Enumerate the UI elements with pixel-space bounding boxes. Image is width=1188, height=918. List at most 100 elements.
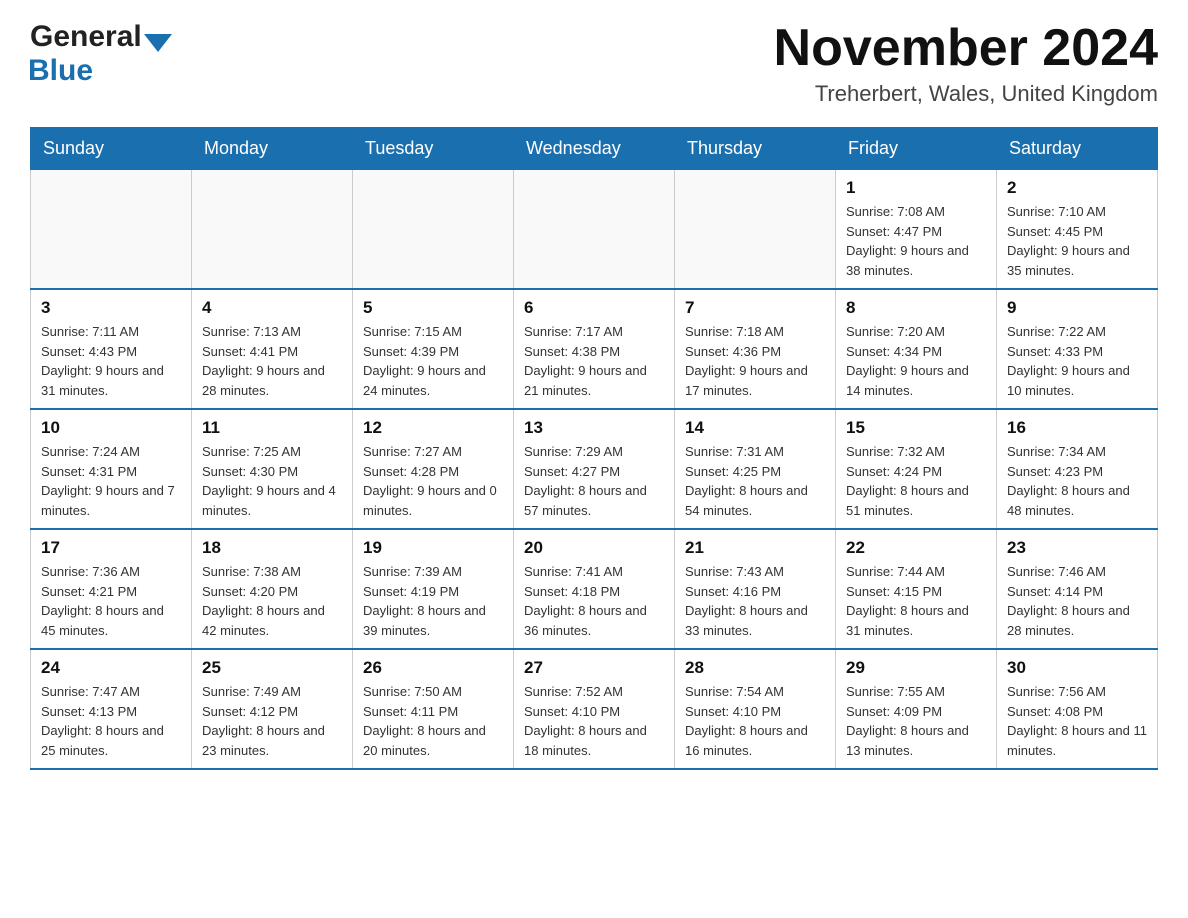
day-number: 1 [846,178,986,198]
day-info: Sunrise: 7:36 AMSunset: 4:21 PMDaylight:… [41,562,181,640]
table-row: 1 Sunrise: 7:08 AMSunset: 4:47 PMDaylight… [836,170,997,290]
day-number: 16 [1007,418,1147,438]
day-number: 2 [1007,178,1147,198]
table-row: 3Sunrise: 7:11 AMSunset: 4:43 PMDaylight… [31,289,192,409]
day-number: 11 [202,418,342,438]
day-info: Sunrise: 7:49 AMSunset: 4:12 PMDaylight:… [202,682,342,760]
table-row: 24 Sunrise: 7:47 AMSunset: 4:13 PMDayligh… [31,649,192,769]
table-row: 7Sunrise: 7:18 AMSunset: 4:36 PMDaylight… [675,289,836,409]
day-info: Sunrise: 7:32 AMSunset: 4:24 PMDaylight:… [846,442,986,520]
logo-blue-text: Blue [28,54,93,87]
day-info: Sunrise: 7:11 AMSunset: 4:43 PMDaylight:… [41,322,181,400]
table-row: 13 Sunrise: 7:29 AMSunset: 4:27 PMDayligh… [514,409,675,529]
day-info: Sunrise: 7:25 AMSunset: 4:30 PMDaylight:… [202,442,342,520]
day-number: 25 [202,658,342,678]
table-row: 27 Sunrise: 7:52 AMSunset: 4:10 PMDayligh… [514,649,675,769]
day-number: 18 [202,538,342,558]
table-row: 30Sunrise: 7:56 AMSunset: 4:08 PMDayligh… [997,649,1158,769]
table-row [353,170,514,290]
table-row: 28Sunrise: 7:54 AMSunset: 4:10 PMDayligh… [675,649,836,769]
calendar-week-row: 1 Sunrise: 7:08 AMSunset: 4:47 PMDaylight… [31,170,1158,290]
table-row [192,170,353,290]
table-row: 10 Sunrise: 7:24 AMSunset: 4:31 PMDayligh… [31,409,192,529]
calendar-week-row: 17 Sunrise: 7:36 AMSunset: 4:21 PMDayligh… [31,529,1158,649]
day-number: 20 [524,538,664,558]
table-row: 16Sunrise: 7:34 AMSunset: 4:23 PMDayligh… [997,409,1158,529]
calendar-week-row: 24 Sunrise: 7:47 AMSunset: 4:13 PMDayligh… [31,649,1158,769]
table-row [514,170,675,290]
table-row: 2 Sunrise: 7:10 AMSunset: 4:45 PMDaylight… [997,170,1158,290]
day-info: Sunrise: 7:27 AMSunset: 4:28 PMDaylight:… [363,442,503,520]
calendar-week-row: 10 Sunrise: 7:24 AMSunset: 4:31 PMDayligh… [31,409,1158,529]
table-row: 14Sunrise: 7:31 AMSunset: 4:25 PMDayligh… [675,409,836,529]
day-info: Sunrise: 7:15 AMSunset: 4:39 PMDaylight:… [363,322,503,400]
day-number: 23 [1007,538,1147,558]
day-number: 17 [41,538,181,558]
table-row: 22 Sunrise: 7:44 AMSunset: 4:15 PMDayligh… [836,529,997,649]
day-info: Sunrise: 7:56 AMSunset: 4:08 PMDaylight:… [1007,682,1147,760]
day-number: 29 [846,658,986,678]
day-number: 28 [685,658,825,678]
table-row: 26 Sunrise: 7:50 AMSunset: 4:11 PMDayligh… [353,649,514,769]
table-row: 6 Sunrise: 7:17 AMSunset: 4:38 PMDaylight… [514,289,675,409]
table-row: 19 Sunrise: 7:39 AMSunset: 4:19 PMDayligh… [353,529,514,649]
table-row [31,170,192,290]
logo-general-text: General [30,20,142,54]
day-number: 13 [524,418,664,438]
day-info: Sunrise: 7:47 AMSunset: 4:13 PMDaylight:… [41,682,181,760]
calendar-table: Sunday Monday Tuesday Wednesday Thursday… [30,127,1158,770]
col-monday: Monday [192,128,353,170]
day-info: Sunrise: 7:44 AMSunset: 4:15 PMDaylight:… [846,562,986,640]
table-row: 20 Sunrise: 7:41 AMSunset: 4:18 PMDayligh… [514,529,675,649]
day-number: 24 [41,658,181,678]
day-number: 6 [524,298,664,318]
table-row: 12 Sunrise: 7:27 AMSunset: 4:28 PMDayligh… [353,409,514,529]
day-number: 10 [41,418,181,438]
day-info: Sunrise: 7:41 AMSunset: 4:18 PMDaylight:… [524,562,664,640]
table-row: 17 Sunrise: 7:36 AMSunset: 4:21 PMDayligh… [31,529,192,649]
day-info: Sunrise: 7:50 AMSunset: 4:11 PMDaylight:… [363,682,503,760]
day-number: 15 [846,418,986,438]
day-number: 27 [524,658,664,678]
logo: General Blue [30,20,172,88]
day-info: Sunrise: 7:29 AMSunset: 4:27 PMDaylight:… [524,442,664,520]
table-row: 4 Sunrise: 7:13 AMSunset: 4:41 PMDaylight… [192,289,353,409]
day-number: 19 [363,538,503,558]
day-info: Sunrise: 7:38 AMSunset: 4:20 PMDaylight:… [202,562,342,640]
col-thursday: Thursday [675,128,836,170]
day-info: Sunrise: 7:13 AMSunset: 4:41 PMDaylight:… [202,322,342,400]
location-label: Treherbert, Wales, United Kingdom [774,81,1158,107]
day-number: 8 [846,298,986,318]
day-info: Sunrise: 7:17 AMSunset: 4:38 PMDaylight:… [524,322,664,400]
day-number: 9 [1007,298,1147,318]
day-info: Sunrise: 7:24 AMSunset: 4:31 PMDaylight:… [41,442,181,520]
calendar-header-row: Sunday Monday Tuesday Wednesday Thursday… [31,128,1158,170]
col-saturday: Saturday [997,128,1158,170]
day-number: 26 [363,658,503,678]
day-number: 22 [846,538,986,558]
col-sunday: Sunday [31,128,192,170]
table-row: 23Sunrise: 7:46 AMSunset: 4:14 PMDayligh… [997,529,1158,649]
day-info: Sunrise: 7:52 AMSunset: 4:10 PMDaylight:… [524,682,664,760]
logo-arrow-icon [144,34,172,52]
table-row: 18 Sunrise: 7:38 AMSunset: 4:20 PMDayligh… [192,529,353,649]
col-wednesday: Wednesday [514,128,675,170]
table-row: 29Sunrise: 7:55 AMSunset: 4:09 PMDayligh… [836,649,997,769]
day-info: Sunrise: 7:31 AMSunset: 4:25 PMDaylight:… [685,442,825,520]
table-row: 15 Sunrise: 7:32 AMSunset: 4:24 PMDayligh… [836,409,997,529]
day-info: Sunrise: 7:39 AMSunset: 4:19 PMDaylight:… [363,562,503,640]
table-row: 25 Sunrise: 7:49 AMSunset: 4:12 PMDayligh… [192,649,353,769]
page-header: General Blue November 2024 Treherbert, W… [30,20,1158,107]
day-info: Sunrise: 7:10 AMSunset: 4:45 PMDaylight:… [1007,202,1147,280]
col-tuesday: Tuesday [353,128,514,170]
day-info: Sunrise: 7:08 AMSunset: 4:47 PMDaylight:… [846,202,986,280]
day-info: Sunrise: 7:22 AMSunset: 4:33 PMDaylight:… [1007,322,1147,400]
day-number: 4 [202,298,342,318]
table-row: 9 Sunrise: 7:22 AMSunset: 4:33 PMDaylight… [997,289,1158,409]
table-row: 21Sunrise: 7:43 AMSunset: 4:16 PMDayligh… [675,529,836,649]
table-row: 11 Sunrise: 7:25 AMSunset: 4:30 PMDayligh… [192,409,353,529]
day-info: Sunrise: 7:18 AMSunset: 4:36 PMDaylight:… [685,322,825,400]
day-number: 12 [363,418,503,438]
col-friday: Friday [836,128,997,170]
day-info: Sunrise: 7:43 AMSunset: 4:16 PMDaylight:… [685,562,825,640]
